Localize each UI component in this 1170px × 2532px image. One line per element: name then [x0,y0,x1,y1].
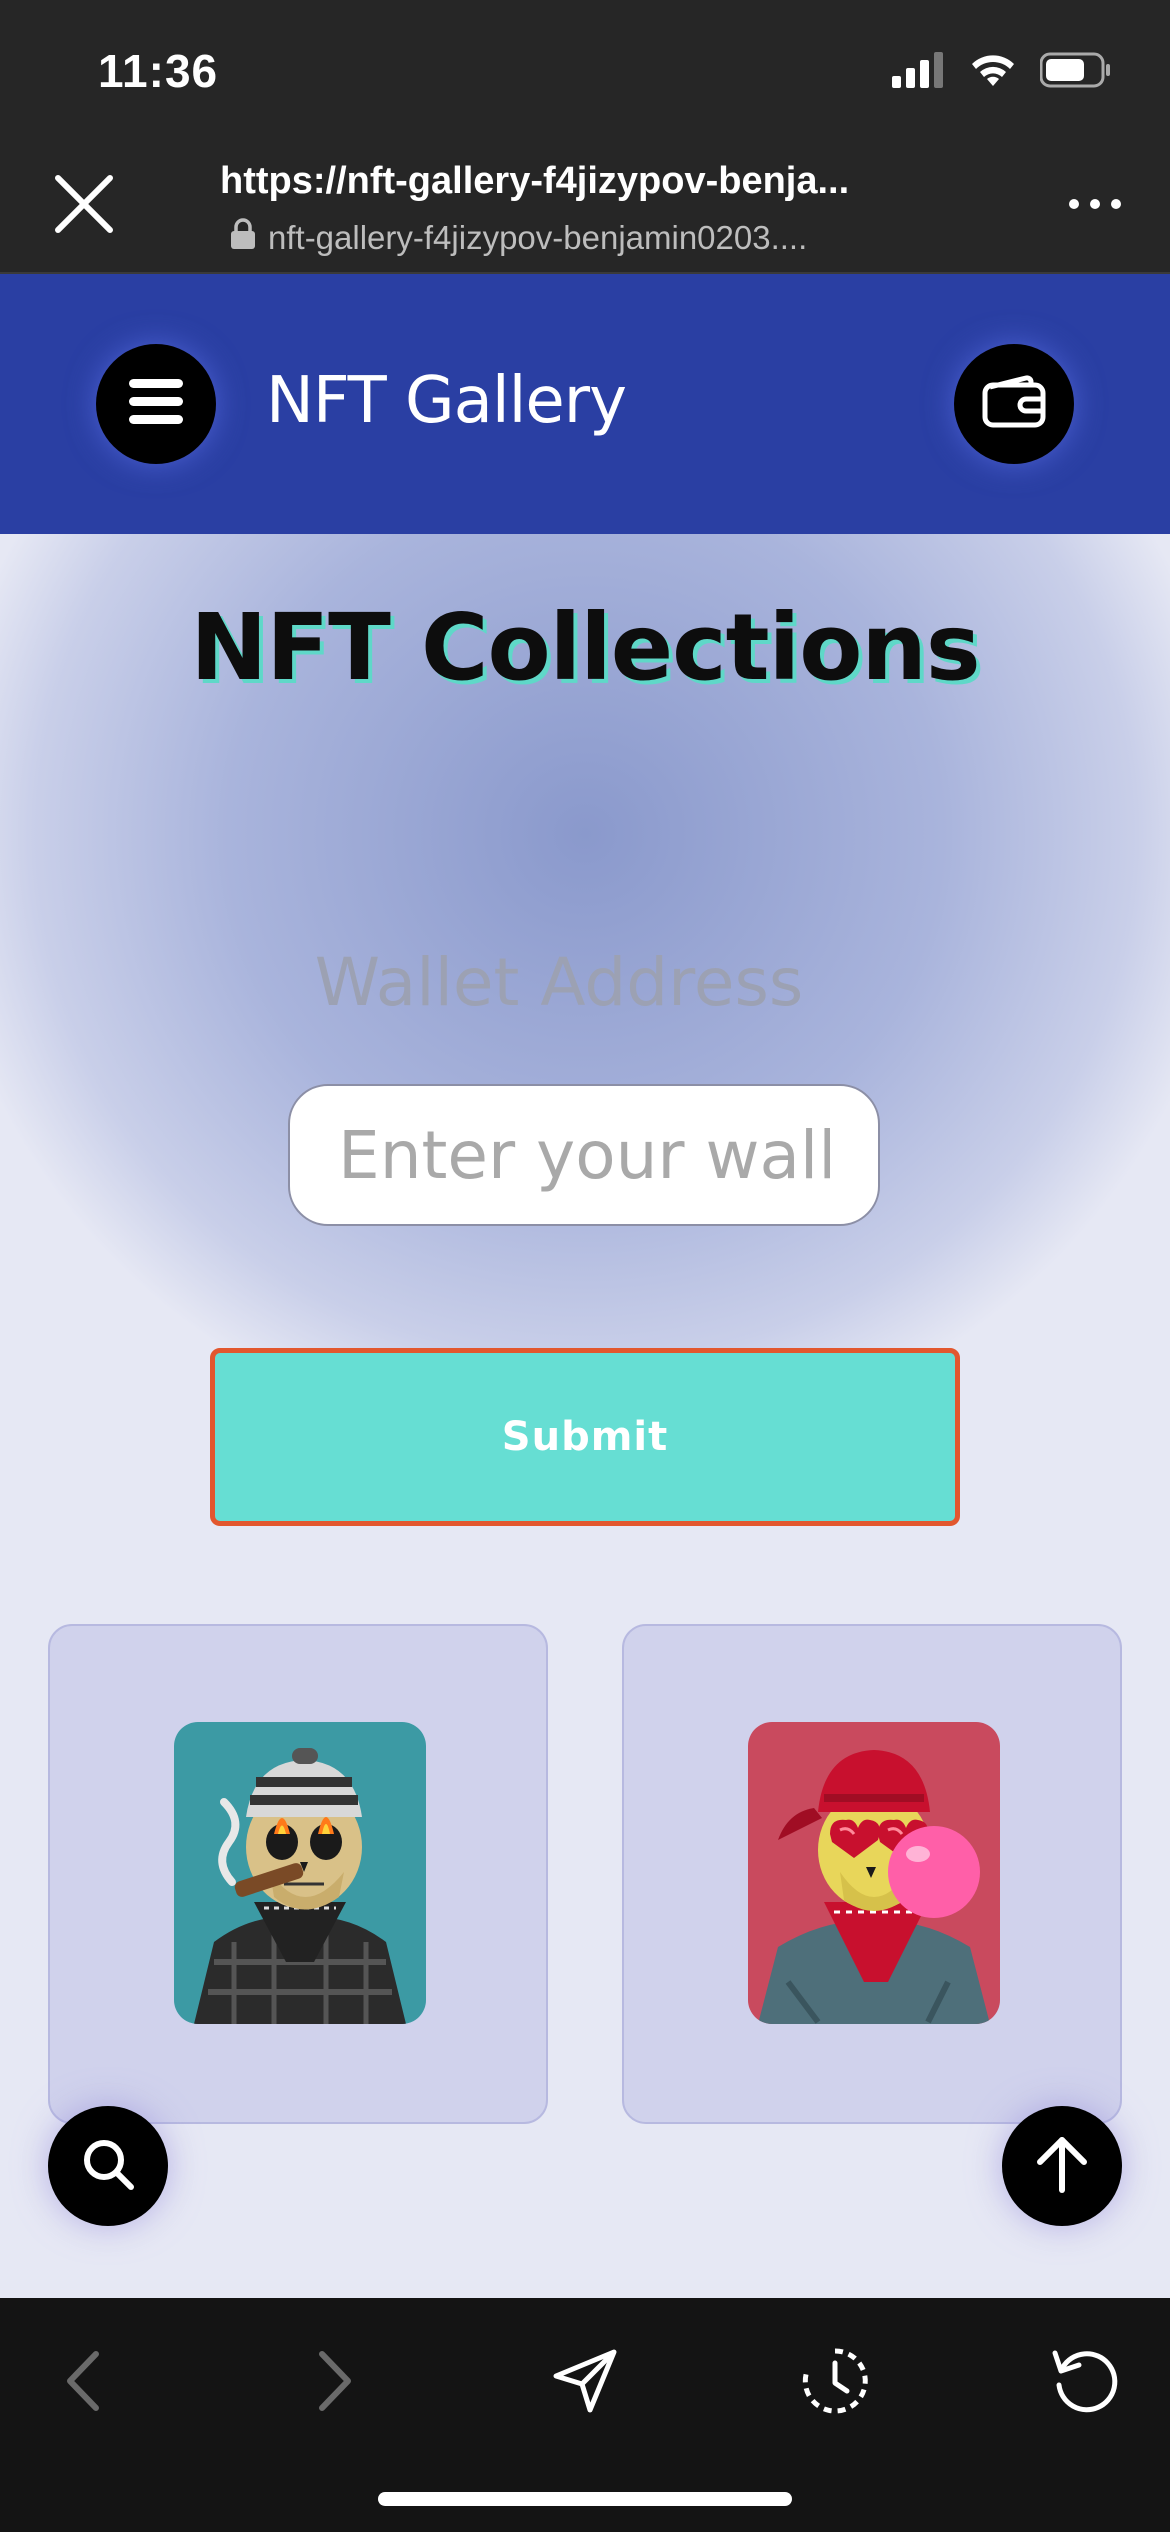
forward-icon [310,2348,360,2419]
connect-wallet-button[interactable] [954,344,1074,464]
status-time: 11:36 [98,45,219,97]
wallet-address-input[interactable] [288,1084,880,1226]
nft-card[interactable] [48,1624,548,2124]
search-button[interactable] [48,2106,168,2226]
close-button[interactable] [48,170,120,242]
status-bar: 11:36 [0,0,1170,140]
app-header: NFT Gallery [0,274,1170,534]
app-title: NFT Gallery [266,364,627,438]
share-icon [550,2346,620,2421]
wifi-icon [968,52,1018,93]
nft-card[interactable] [622,1624,1122,2124]
more-icon [1067,197,1123,216]
scroll-to-top-button[interactable] [1002,2106,1122,2226]
status-icons [892,52,1112,93]
menu-icon [129,378,183,430]
history-button[interactable] [790,2338,880,2428]
wallet-icon [982,374,1046,434]
wallet-address-label: Wallet Address [314,944,804,1021]
arrow-up-icon [1034,2134,1090,2199]
search-icon [80,2136,136,2197]
close-icon [52,172,116,241]
battery-icon [1039,52,1112,93]
share-button[interactable] [540,2338,630,2428]
browser-address-bar: https://nft-gallery-f4jizypov-benja... n… [0,140,1170,274]
lock-icon [230,218,256,258]
nft-image [174,1722,426,2024]
page-url-domain[interactable]: nft-gallery-f4jizypov-benjamin0203.... [230,218,950,258]
back-button[interactable] [38,2338,128,2428]
reload-button[interactable] [1040,2338,1130,2428]
history-icon [799,2345,871,2422]
reload-icon [1049,2345,1121,2422]
more-button[interactable] [1060,186,1130,226]
cellular-signal-icon [892,52,946,93]
page-url-title[interactable]: https://nft-gallery-f4jizypov-benja... [220,160,980,203]
page-title: NFT Collections [190,594,980,701]
home-indicator[interactable] [378,2492,792,2506]
submit-button[interactable]: Submit [210,1348,960,1526]
forward-button[interactable] [290,2338,380,2428]
url-domain-text: nft-gallery-f4jizypov-benjamin0203.... [268,219,808,256]
main-content: NFT Collections Wallet Address Submit [0,534,1170,2298]
nft-image [748,1722,1000,2024]
back-icon [58,2348,108,2419]
menu-button[interactable] [96,344,216,464]
